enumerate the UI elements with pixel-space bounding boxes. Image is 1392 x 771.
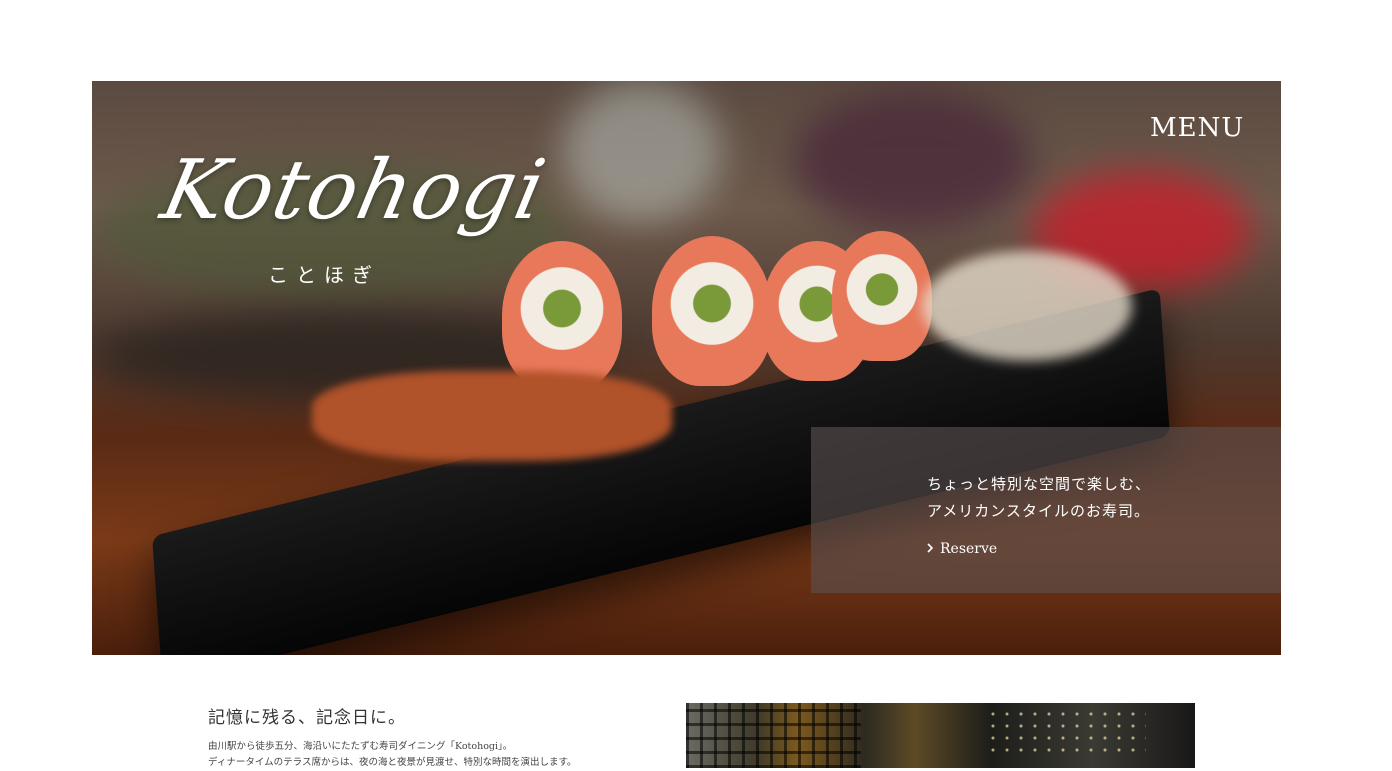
restaurant-photo bbox=[686, 703, 1195, 768]
reserve-link[interactable]: Reserve bbox=[927, 541, 997, 557]
radish-garnish bbox=[922, 251, 1132, 361]
brand-logo-subtitle: ことほぎ bbox=[268, 263, 380, 287]
hero-tagline-line2: アメリカンスタイルのお寿司。 bbox=[927, 502, 1150, 520]
brand-logo[interactable]: Kotohogi bbox=[154, 143, 554, 238]
reserve-label: Reserve bbox=[940, 541, 998, 557]
intro-title: 記憶に残る、記念日に。 bbox=[208, 708, 406, 728]
bokeh-lights-image bbox=[986, 708, 1146, 758]
bg-blur-shape bbox=[562, 81, 722, 221]
sushi-roll bbox=[652, 236, 772, 386]
sushi-roll bbox=[832, 231, 932, 361]
intro-body-line1: 由川駅から徒歩五分、海沿いにたたずむ寿司ダイニング「Kotohogi」。 bbox=[208, 741, 513, 752]
intro-body: 由川駅から徒歩五分、海沿いにたたずむ寿司ダイニング「Kotohogi」。 ディナ… bbox=[208, 739, 577, 771]
intro-body-line2: ディナータイムのテラス席からは、夜の海と夜景が見渡せ、特別な時間を演出します。 bbox=[208, 757, 577, 768]
hero-section: Kotohogi ことほぎ MENU ちょっと特別な空間で楽しむ、 アメリカンス… bbox=[92, 81, 1281, 655]
menu-button[interactable]: MENU bbox=[1150, 113, 1244, 143]
chevron-right-icon bbox=[927, 541, 934, 557]
hero-caption-panel: ちょっと特別な空間で楽しむ、 アメリカンスタイルのお寿司。 Reserve bbox=[811, 427, 1281, 593]
wine-rack-image bbox=[686, 703, 861, 768]
sushi-roll bbox=[502, 241, 622, 391]
bg-blur-shape bbox=[792, 91, 1032, 231]
hero-tagline-line1: ちょっと特別な空間で楽しむ、 bbox=[927, 475, 1152, 493]
fried-shrimp bbox=[312, 371, 672, 461]
